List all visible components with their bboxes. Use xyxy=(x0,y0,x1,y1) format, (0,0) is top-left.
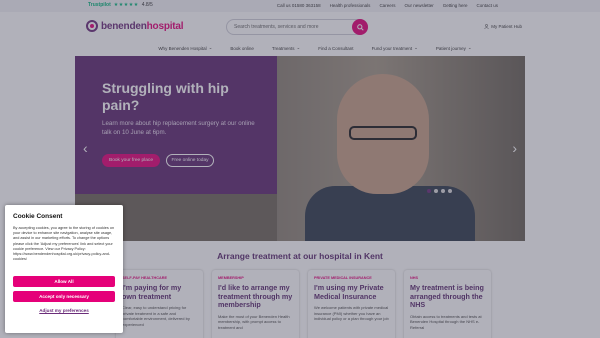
cookie-consent-dialog: Cookie Consent By accepting cookies, you… xyxy=(5,205,123,333)
adjust-preferences-link[interactable]: Adjust my preferences xyxy=(13,308,115,313)
allow-all-button[interactable]: Allow All xyxy=(13,276,115,287)
page: Trustpilot ★★★★★ 4.8/5 Call us 01580 363… xyxy=(0,0,600,338)
cookie-text: By accepting cookies, you agree to the s… xyxy=(13,226,115,262)
cookie-title: Cookie Consent xyxy=(13,213,63,220)
accept-necessary-button[interactable]: Accept only necessary xyxy=(13,291,115,302)
